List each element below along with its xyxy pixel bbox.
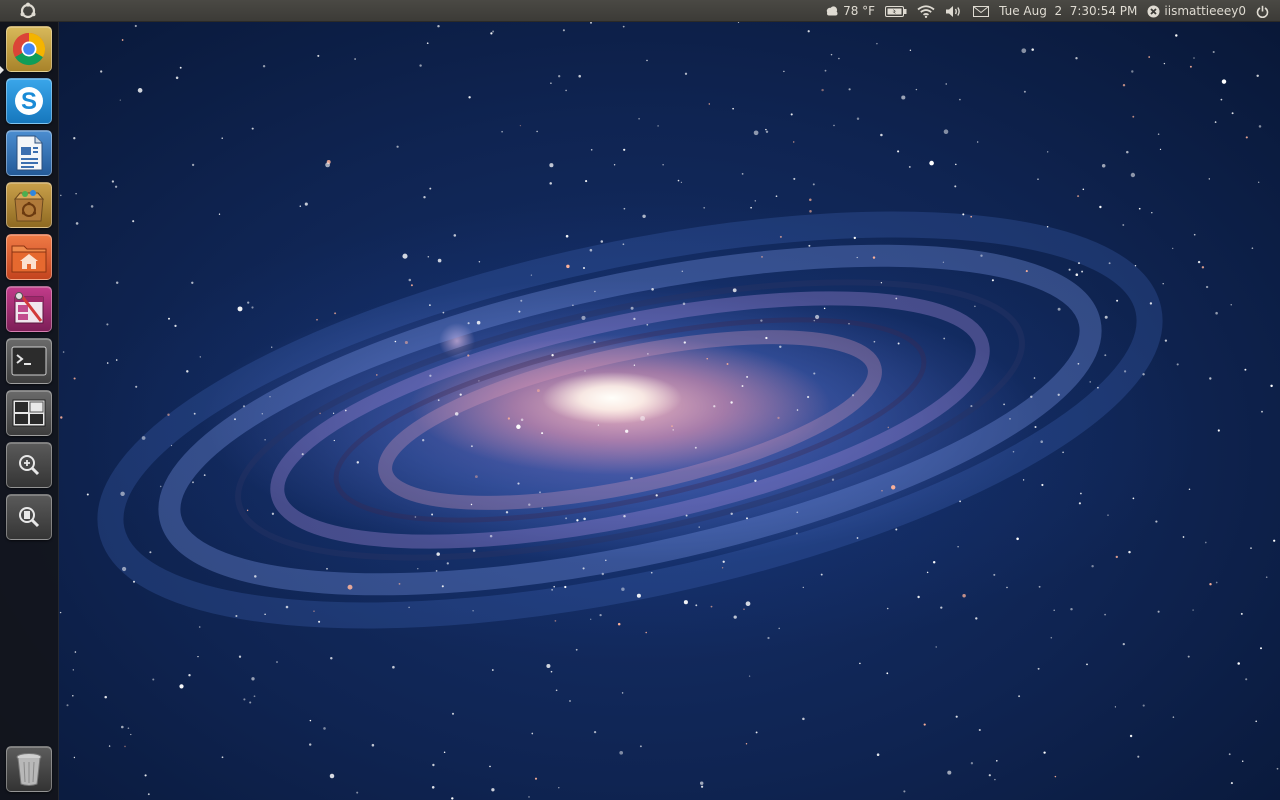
workspace-icon xyxy=(12,399,46,427)
chrome-launcher[interactable] xyxy=(6,26,52,72)
workspace-switcher-launcher[interactable] xyxy=(6,390,52,436)
wifi-icon xyxy=(917,4,935,18)
svg-text:S: S xyxy=(21,88,37,115)
chrome-icon xyxy=(12,32,46,66)
volume-icon xyxy=(946,5,960,17)
clock-text: Tue Aug 2 7:30:54 PM xyxy=(999,4,1138,18)
weather-temp: 78 °F xyxy=(843,4,876,18)
home-folder-icon xyxy=(11,245,47,273)
dash-button[interactable] xyxy=(18,2,38,20)
document-icon xyxy=(16,135,43,171)
battery-indicator[interactable] xyxy=(880,0,912,22)
top-panel: 78 °F Tue Aug 2 7:30:54 PM iismattieeey0 xyxy=(0,0,1280,22)
user-indicator[interactable]: iismattieeey0 xyxy=(1142,0,1251,22)
software-center-icon xyxy=(13,190,45,222)
weather-indicator[interactable]: 78 °F xyxy=(820,0,880,22)
launcher: S xyxy=(0,22,59,800)
zoom-launcher[interactable] xyxy=(6,442,52,488)
ubuntu-logo-icon xyxy=(20,2,36,19)
clock-indicator[interactable]: Tue Aug 2 7:30:54 PM xyxy=(994,0,1142,22)
mail-icon xyxy=(973,5,990,17)
battery-icon xyxy=(885,5,907,17)
messaging-indicator[interactable] xyxy=(968,0,994,22)
user-status-icon xyxy=(1147,5,1160,17)
running-indicator xyxy=(0,66,4,74)
find-files-launcher[interactable] xyxy=(6,494,52,540)
desktop-wallpaper[interactable] xyxy=(0,0,1280,800)
search-files-icon xyxy=(19,507,40,528)
zoom-in-icon xyxy=(19,455,40,476)
skype-launcher[interactable]: S xyxy=(6,78,52,124)
sound-indicator[interactable] xyxy=(940,0,968,22)
galaxy-arms xyxy=(59,21,1279,800)
trash-icon xyxy=(16,753,42,786)
appearance-launcher[interactable] xyxy=(6,286,52,332)
software-center-launcher[interactable] xyxy=(6,182,52,228)
writer-launcher[interactable] xyxy=(6,130,52,176)
terminal-icon xyxy=(11,346,47,376)
trash-launcher[interactable] xyxy=(6,746,52,792)
weather-cloud-icon xyxy=(826,6,838,16)
home-folder-launcher[interactable] xyxy=(6,234,52,280)
network-indicator[interactable] xyxy=(912,0,940,22)
skype-icon: S xyxy=(15,87,43,115)
indicator-area: 78 °F Tue Aug 2 7:30:54 PM iismattieeey0 xyxy=(820,0,1274,22)
username: iismattieeey0 xyxy=(1164,4,1246,18)
terminal-launcher[interactable] xyxy=(6,338,52,384)
session-indicator[interactable] xyxy=(1251,0,1274,22)
appearance-icon xyxy=(14,292,44,324)
power-icon xyxy=(1256,5,1269,18)
